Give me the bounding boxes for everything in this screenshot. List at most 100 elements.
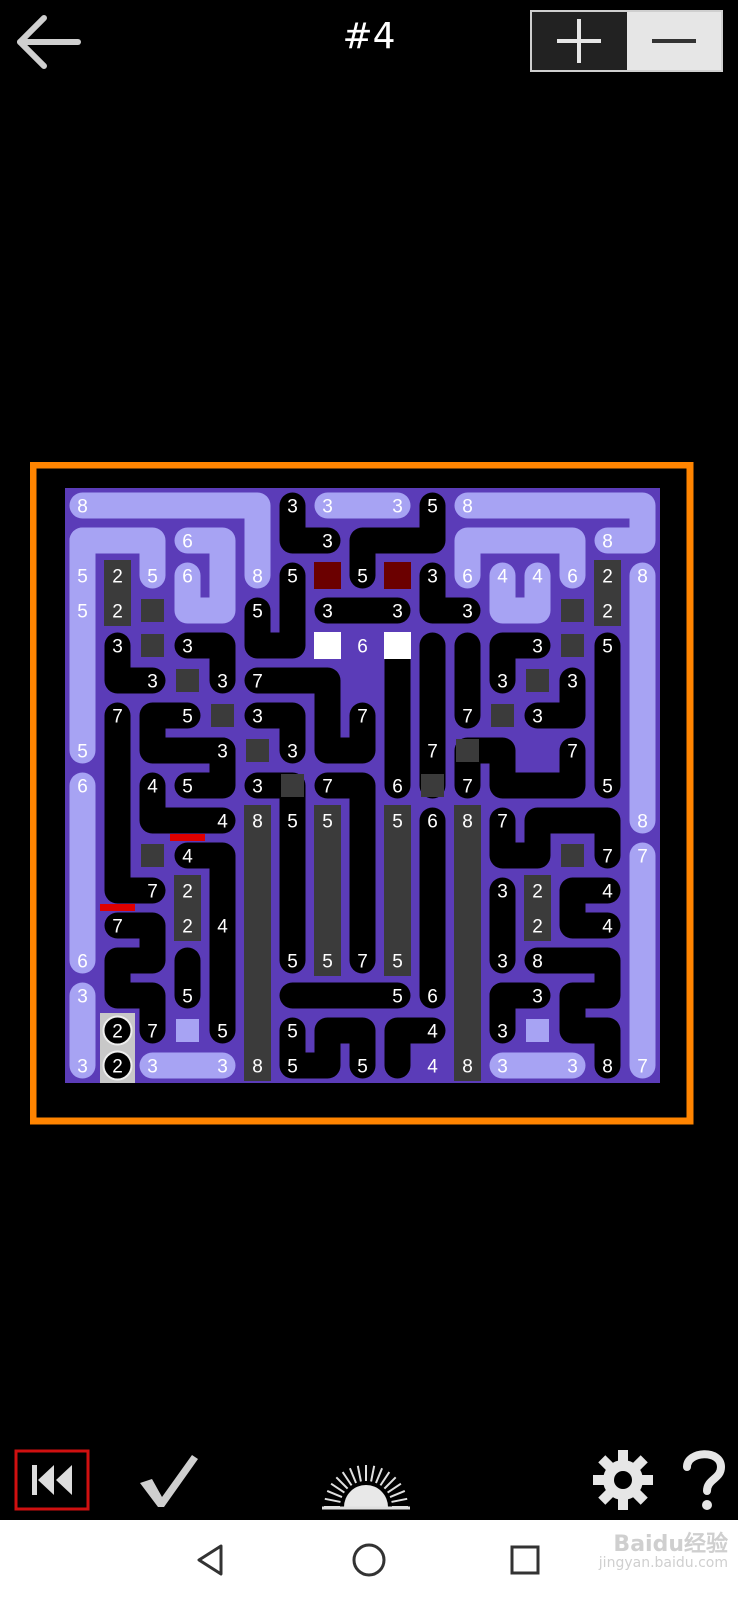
- cell-number: 3: [77, 1057, 88, 1078]
- grey-block: [211, 704, 234, 727]
- rewind-icon: [14, 1449, 90, 1511]
- cell-number: 5: [77, 742, 88, 763]
- gear-icon: [593, 1450, 653, 1510]
- puzzle-board-area: 8 3 3 3 5 8 6 3 8 5 2 5 6 8 5 5 3 6 4 4 6 2 8 5 2 5 3 3 3 2 3 3 6 3 5 3 3 7 3 3…: [29, 461, 710, 1146]
- cell-number: 3: [217, 672, 228, 693]
- nav-recents-icon: [510, 1545, 540, 1575]
- cell-number: 3: [532, 987, 543, 1008]
- cell-number: 8: [637, 812, 648, 833]
- cell-number: 3: [147, 672, 158, 693]
- nav-home-button[interactable]: [324, 1520, 414, 1600]
- cell-number: 8: [532, 952, 543, 973]
- cell-number: 6: [427, 987, 438, 1008]
- nav-home-icon: [352, 1543, 386, 1577]
- cell-number: 5: [602, 777, 613, 798]
- cell-number: 2: [182, 882, 193, 903]
- rewind-button[interactable]: [14, 1440, 90, 1520]
- plus-icon: [557, 19, 602, 63]
- cell-number: 4: [427, 1022, 438, 1043]
- cell-number: 3: [567, 672, 578, 693]
- zoom-in-button[interactable]: [532, 12, 627, 70]
- cell-number: 6: [462, 567, 473, 588]
- cell-number: 5: [392, 952, 403, 973]
- cell-number: 6: [182, 567, 193, 588]
- check-button[interactable]: [134, 1440, 204, 1520]
- question-icon: [683, 1450, 726, 1510]
- cell-number: 6: [392, 777, 403, 798]
- cell-number: 7: [427, 742, 438, 763]
- cell-number: 2: [602, 567, 613, 588]
- cell-number: 4: [427, 1057, 438, 1078]
- cell-number: 3: [497, 1022, 508, 1043]
- zoom-out-button[interactable]: [626, 12, 721, 70]
- cell-number: 8: [602, 1057, 613, 1078]
- cell-number: 4: [217, 917, 228, 938]
- cell-number: 3: [427, 567, 438, 588]
- cell-number: 4: [217, 812, 228, 833]
- cell-number: 5: [77, 602, 88, 623]
- cell-number: 5: [357, 567, 368, 588]
- cell-number: 2: [532, 882, 543, 903]
- brightness-button[interactable]: [318, 1440, 414, 1520]
- nav-recents-button[interactable]: [480, 1520, 570, 1600]
- cell-number: 7: [147, 1022, 158, 1043]
- puzzle-board[interactable]: 8 3 3 3 5 8 6 3 8 5 2 5 6 8 5 5 3 6 4 4 6 2 8 5 2 5 3 3 3 2 3 3 6 3 5 3 3 7 3 3…: [29, 461, 710, 1142]
- target-block: [314, 632, 341, 659]
- cell-number: 5: [287, 1057, 298, 1078]
- cell-number: 7: [357, 707, 368, 728]
- red-mark: [100, 904, 135, 911]
- cell-number: 7: [357, 952, 368, 973]
- sunrise-icon: [322, 1465, 410, 1510]
- nav-back-button[interactable]: [166, 1520, 256, 1600]
- cell-number: 5: [287, 1022, 298, 1043]
- cell-number: 2: [532, 917, 543, 938]
- cell-number: 6: [77, 777, 88, 798]
- cell-number: 4: [147, 777, 158, 798]
- grey-block: [491, 704, 514, 727]
- cell-number: 8: [252, 567, 263, 588]
- grey-block: [141, 599, 164, 622]
- grey-bar: [244, 805, 271, 1081]
- cell-number: 4: [532, 567, 543, 588]
- cell-number: 7: [147, 882, 158, 903]
- cell-number: 5: [287, 567, 298, 588]
- grey-block: [141, 634, 164, 657]
- checkmark-icon: [140, 1455, 198, 1507]
- cell-number: 8: [77, 497, 88, 518]
- grey-bar: [454, 805, 481, 1081]
- cell-number: 5: [182, 987, 193, 1008]
- cell-number: 5: [252, 602, 263, 623]
- cell-number: 8: [252, 1057, 263, 1078]
- cell-number: 7: [462, 777, 473, 798]
- cell-number: 6: [77, 952, 88, 973]
- cell-number: 8: [462, 1057, 473, 1078]
- zoom-control: [530, 10, 723, 72]
- help-button[interactable]: [676, 1440, 732, 1520]
- cell-number: 3: [392, 602, 403, 623]
- light-block: [176, 1019, 199, 1042]
- watermark-logo: Baidu经验: [613, 1532, 728, 1557]
- cell-number: 3: [532, 707, 543, 728]
- cell-number: 7: [637, 1057, 648, 1078]
- cell-number: 7: [112, 707, 123, 728]
- cell-number: 7: [567, 742, 578, 763]
- cell-number: 5: [357, 1057, 368, 1078]
- cell-number: 5: [322, 952, 333, 973]
- cell-number: 6: [567, 567, 578, 588]
- cell-number: 8: [462, 497, 473, 518]
- cell-number: 2: [112, 567, 123, 588]
- cell-number: 6: [357, 637, 368, 658]
- cell-number: 7: [322, 777, 333, 798]
- cell-number: 3: [567, 1057, 578, 1078]
- cell-number: 7: [112, 917, 123, 938]
- system-nav-bar: Baidu经验 jingyan.baidu.com: [0, 1520, 738, 1600]
- cell-number: 7: [252, 672, 263, 693]
- cell-number: 5: [392, 812, 403, 833]
- settings-button[interactable]: [588, 1440, 658, 1520]
- cell-number: 3: [392, 497, 403, 518]
- top-bar: #4: [0, 0, 738, 90]
- cell-number: 4: [602, 917, 613, 938]
- cell-number: 4: [182, 847, 193, 868]
- cell-number: 2: [112, 602, 123, 623]
- cell-number: 3: [497, 1057, 508, 1078]
